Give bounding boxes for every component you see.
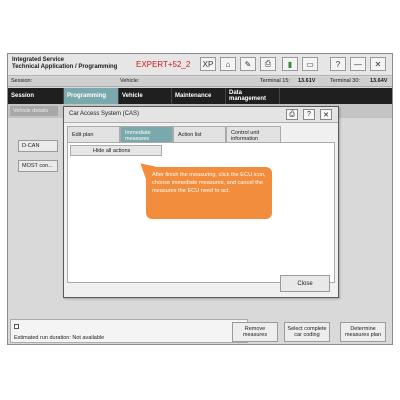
- xp-button[interactable]: XP: [200, 57, 216, 71]
- instruction-callout: After finish the measuring, click the EC…: [146, 167, 272, 219]
- status-checkbox[interactable]: [14, 324, 19, 329]
- main-tabs: Session Programming Vehicle Maintenance …: [8, 88, 392, 104]
- home-icon: ⌂: [225, 59, 231, 69]
- tab-vehicle[interactable]: Vehicle: [119, 88, 172, 104]
- wrench-icon: ✎: [244, 59, 252, 69]
- dialog-print-button[interactable]: ⎙: [286, 109, 298, 120]
- window-button[interactable]: ▭: [302, 57, 318, 71]
- tab-edit-plan[interactable]: Edit plan: [67, 126, 120, 142]
- determine-measures-plan-button[interactable]: Determine measures plan: [340, 322, 386, 342]
- tab-programming[interactable]: Programming: [64, 88, 119, 104]
- close-icon: ✕: [374, 59, 382, 69]
- minimize-button[interactable]: —: [350, 57, 366, 71]
- battery-icon: ▮: [287, 59, 293, 69]
- tab-vehicle-details[interactable]: Vehicle details: [10, 106, 58, 116]
- tab-immediate-measures[interactable]: Immediate measures: [120, 126, 173, 142]
- tab-control-unit-information[interactable]: Control unit information: [226, 126, 281, 142]
- battery-button[interactable]: ▮: [282, 57, 298, 71]
- tab-maintenance[interactable]: Maintenance: [172, 88, 226, 104]
- wrench-button[interactable]: ✎: [240, 57, 256, 71]
- most-button[interactable]: MOST con...: [18, 160, 58, 172]
- vehicle-label: Vehicle:: [120, 78, 140, 84]
- terminal15-label: Terminal 15:: [260, 78, 290, 84]
- window-icon: ▭: [306, 59, 314, 69]
- tab-session[interactable]: Session: [8, 88, 64, 104]
- dialog-content: Hide all actions After finish the measur…: [67, 142, 335, 283]
- help-icon: ?: [335, 59, 341, 69]
- hide-all-actions-button[interactable]: Hide all actions: [70, 145, 162, 156]
- close-app-button[interactable]: ✕: [370, 57, 386, 71]
- dcan-button[interactable]: D-CAN: [18, 140, 58, 152]
- dialog-title-bar: Car Access System (CAS) ⎙ ? ✕: [64, 107, 338, 123]
- terminal30-label: Terminal 30:: [330, 78, 360, 84]
- close-icon: ✕: [323, 111, 329, 119]
- select-car-coding-button[interactable]: Select complete car coding: [284, 322, 330, 342]
- remove-measures-button[interactable]: Remove measures: [232, 322, 278, 342]
- app-title-line2: Technical Application / Programming: [12, 64, 118, 70]
- print-icon: ⎙: [264, 59, 272, 68]
- terminal15-value: 13.61V: [298, 78, 316, 84]
- dialog-help-button[interactable]: ?: [303, 109, 315, 120]
- status-panel: Estimated run duration: Not available: [10, 319, 248, 343]
- cas-dialog: Car Access System (CAS) ⎙ ? ✕ Edit plan …: [63, 106, 339, 298]
- dialog-close-x-button[interactable]: ✕: [320, 109, 332, 120]
- xp-icon: XP: [202, 59, 214, 69]
- print-button[interactable]: ⎙: [260, 57, 276, 71]
- app-title-line1: Integrated Service: [12, 57, 65, 63]
- session-label: Session:: [11, 78, 33, 84]
- title-bar: Integrated Service Technical Application…: [8, 54, 392, 76]
- estimated-duration: Estimated run duration: Not available: [14, 335, 105, 341]
- help-icon: ?: [307, 111, 311, 118]
- dialog-close-button[interactable]: Close: [280, 275, 330, 292]
- minimize-icon: —: [354, 59, 362, 69]
- info-bar: Session: Vehicle: Terminal 15: 13.61V Te…: [8, 77, 392, 87]
- home-button[interactable]: ⌂: [220, 57, 236, 71]
- dialog-title: Car Access System (CAS): [69, 111, 140, 117]
- print-icon: ⎙: [289, 110, 295, 118]
- tab-data-management[interactable]: Data management: [226, 88, 280, 104]
- help-button[interactable]: ?: [330, 57, 346, 71]
- terminal30-value: 13.64V: [370, 78, 388, 84]
- app-title: Integrated Service Technical Application…: [12, 57, 117, 71]
- mode-label: EXPERT+52_2: [136, 60, 191, 69]
- tab-action-list[interactable]: Action list: [173, 126, 226, 142]
- dialog-tabs: Edit plan Immediate measures Action list…: [64, 124, 338, 142]
